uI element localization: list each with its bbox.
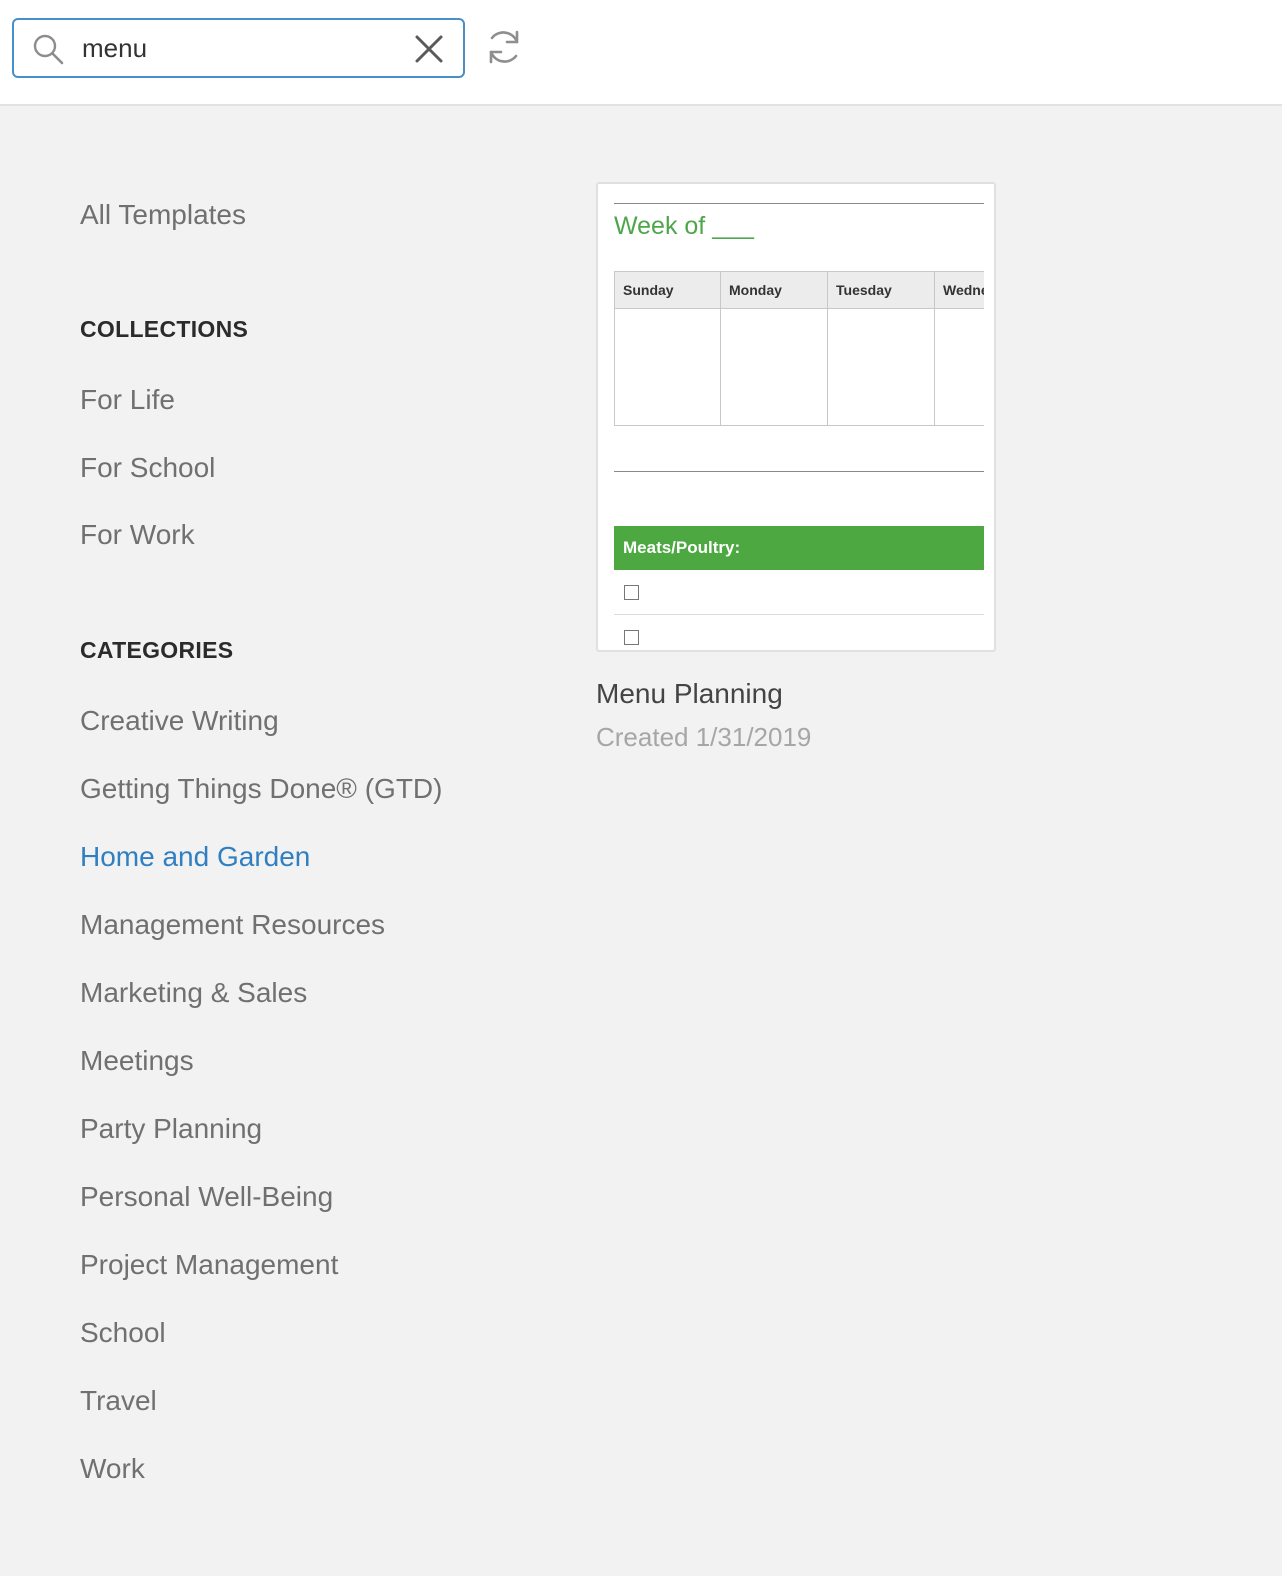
preview-rule [614,203,984,204]
category-gtd[interactable]: Getting Things Done® (GTD) [80,772,442,806]
collections-heading: COLLECTIONS [80,316,249,342]
preview-section-header: Meats/Poultry: [614,526,984,570]
category-travel[interactable]: Travel [80,1384,157,1418]
search-box[interactable] [12,18,465,78]
search-icon [33,34,64,65]
category-marketing-sales[interactable]: Marketing & Sales [80,976,307,1010]
template-created-date: Created 1/31/2019 [596,722,812,752]
preview-checklist-row [614,615,984,650]
template-title[interactable]: Menu Planning [596,678,783,710]
preview-day-column: Wednesday [935,271,984,425]
preview-week-title: Week of ___ [614,212,754,240]
preview-checkbox [624,630,639,645]
preview-day-column: Tuesday [828,271,935,425]
categories-heading: CATEGORIES [80,637,234,663]
category-project-management[interactable]: Project Management [80,1248,338,1282]
category-party-planning[interactable]: Party Planning [80,1112,262,1146]
preview-day-header: Wednesday [935,271,984,309]
category-meetings[interactable]: Meetings [80,1044,194,1078]
preview-week-table: Sunday Monday Tuesday Wednesday [614,271,984,426]
preview-day-column: Sunday [615,271,721,425]
preview-rule [614,471,984,472]
preview-day-header: Sunday [615,271,720,309]
category-creative-writing[interactable]: Creative Writing [80,704,279,738]
all-templates-link[interactable]: All Templates [80,198,246,232]
refresh-icon[interactable] [484,27,524,67]
template-preview[interactable]: Week of ___ Sunday Monday Tuesday Wednes… [596,182,996,652]
collection-for-life[interactable]: For Life [80,383,175,417]
top-toolbar [0,0,1282,106]
preview-checkbox [624,585,639,600]
category-management-resources[interactable]: Management Resources [80,908,385,942]
category-home-and-garden[interactable]: Home and Garden [80,840,310,874]
collection-for-work[interactable]: For Work [80,518,195,552]
preview-day-header: Tuesday [828,271,934,309]
preview-day-column: Monday [721,271,828,425]
search-input[interactable] [82,30,402,66]
preview-day-header: Monday [721,271,827,309]
collection-for-school[interactable]: For School [80,451,215,485]
category-personal-well-being[interactable]: Personal Well-Being [80,1180,333,1214]
preview-checklist-row [614,570,984,615]
category-school[interactable]: School [80,1316,166,1350]
clear-search-icon[interactable] [412,32,446,66]
template-card[interactable]: Week of ___ Sunday Monday Tuesday Wednes… [596,182,996,752]
category-work[interactable]: Work [80,1452,145,1486]
